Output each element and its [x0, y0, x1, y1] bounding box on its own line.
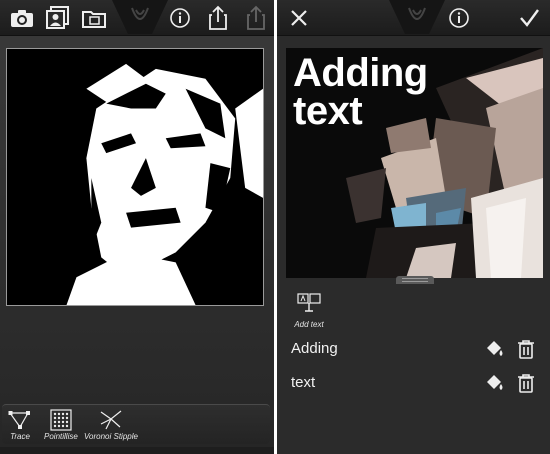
add-text-button[interactable]: Add text	[289, 292, 329, 329]
text-layer-row[interactable]: text	[277, 368, 550, 398]
upload-icon[interactable]	[242, 4, 270, 32]
filter-tray: Trace Pointillise Voronoi Stipple	[2, 404, 270, 444]
pointillise-icon	[50, 409, 72, 431]
overlay-text-line: Adding	[293, 51, 428, 95]
add-text-icon	[297, 293, 321, 312]
filter-label: Pointillise	[44, 432, 78, 441]
traced-portrait-canvas[interactable]	[6, 48, 264, 306]
add-text-label: Add text	[294, 320, 324, 329]
right-screen: Adding text Add text Adding text	[277, 0, 550, 454]
trace-icon	[8, 411, 30, 429]
bottom-strip	[0, 447, 274, 454]
camera-icon[interactable]	[8, 4, 36, 32]
left-screen: Trace Pointillise Voronoi Stipple	[0, 0, 274, 454]
overlay-text-line: text	[293, 89, 363, 133]
filter-label: Voronoi Stipple	[84, 432, 138, 441]
filter-trace[interactable]: Trace	[8, 409, 32, 441]
info-icon[interactable]	[166, 4, 194, 32]
app-logo-icon	[389, 0, 445, 34]
text-layer-row[interactable]: Adding	[277, 334, 550, 364]
filter-pointillise[interactable]: Pointillise	[44, 409, 78, 441]
trash-icon[interactable]	[515, 372, 537, 394]
preview-canvas[interactable]: Adding text	[286, 48, 543, 278]
photos-icon[interactable]	[44, 4, 72, 32]
left-toolbar	[0, 0, 274, 36]
share-icon[interactable]	[204, 4, 232, 32]
folder-icon[interactable]	[80, 4, 108, 32]
right-toolbar	[277, 0, 550, 36]
filter-label: Trace	[10, 432, 30, 441]
info-icon[interactable]	[445, 4, 473, 32]
voronoi-stipple-icon	[100, 410, 122, 430]
drag-handle[interactable]	[396, 276, 434, 284]
filter-voronoi-stipple[interactable]: Voronoi Stipple	[84, 409, 138, 441]
text-layer-name: text	[291, 374, 316, 391]
trash-icon[interactable]	[515, 338, 537, 360]
color-fill-icon[interactable]	[483, 338, 505, 360]
color-fill-icon[interactable]	[483, 372, 505, 394]
text-layer-name: Adding	[291, 340, 338, 357]
close-icon[interactable]	[285, 4, 313, 32]
overlay-text[interactable]: Adding text	[293, 51, 428, 133]
checkmark-icon[interactable]	[515, 4, 543, 32]
app-logo-icon	[112, 0, 168, 34]
